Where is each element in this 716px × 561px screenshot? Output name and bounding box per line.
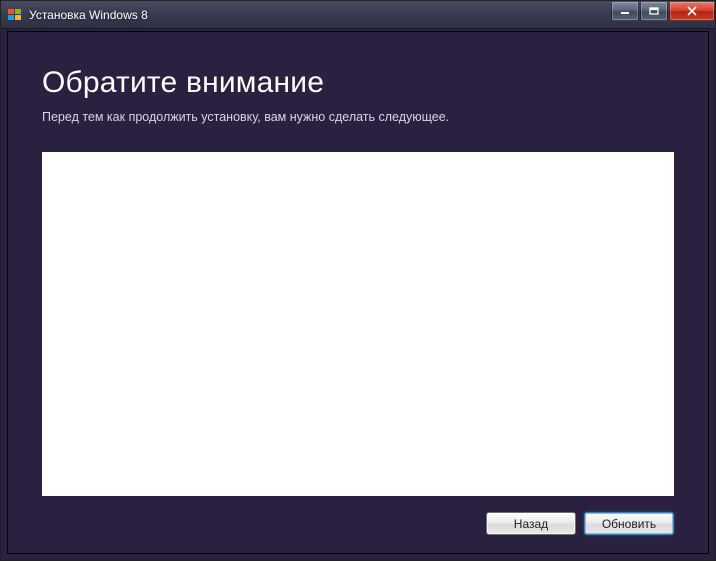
minimize-button[interactable] — [611, 2, 639, 21]
page-subtext: Перед тем как продолжить установку, вам … — [42, 110, 674, 124]
close-button[interactable] — [669, 2, 715, 21]
titlebar[interactable]: Установка Windows 8 — [1, 1, 715, 29]
button-row: Назад Обновить — [42, 512, 674, 535]
back-button[interactable]: Назад — [486, 512, 576, 535]
maximize-button[interactable] — [640, 2, 668, 21]
details-panel — [42, 152, 674, 496]
page-heading: Обратите внимание — [42, 66, 674, 100]
window-title: Установка Windows 8 — [29, 8, 610, 22]
installer-window: Установка Windows 8 Обратите внимание Пе… — [0, 0, 716, 561]
refresh-button[interactable]: Обновить — [584, 512, 674, 535]
window-controls — [610, 2, 715, 22]
app-icon — [7, 7, 23, 23]
client-area: Обратите внимание Перед тем как продолжи… — [7, 31, 709, 554]
